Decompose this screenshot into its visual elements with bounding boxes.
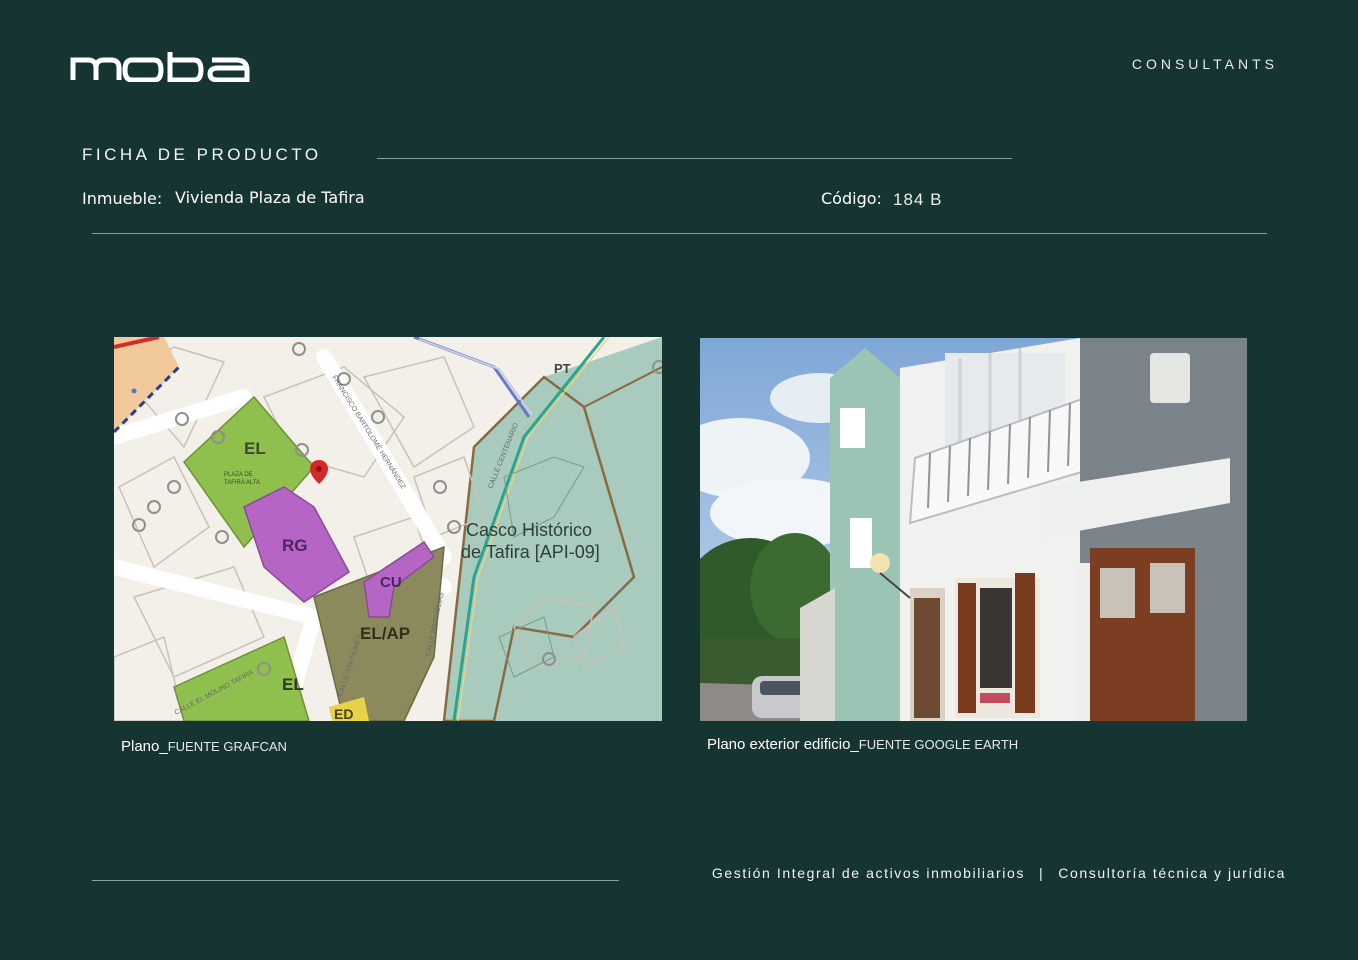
photo-caption: Plano exterior edificio_FUENTE GOOGLE EA…	[707, 734, 1018, 753]
photo-caption-main: Plano exterior edificio_	[707, 736, 859, 753]
footer-right: Consultoría técnica y jurídica	[1058, 865, 1286, 881]
map-label-ed: ED	[334, 706, 353, 721]
map-caption: Plano_FUENTE GRAFCAN	[121, 736, 287, 755]
footer-tagline: Gestión Integral de activos inmobiliario…	[712, 865, 1286, 881]
map-label-casco-line1: Casco Histórico	[466, 520, 592, 540]
footer-separator: |	[1038, 865, 1045, 881]
map-label-casco-line2: de Tafira [API-09]	[461, 542, 600, 562]
photo-caption-source: FUENTE GOOGLE EARTH	[858, 737, 1019, 752]
code-value: 184 B	[893, 190, 943, 209]
building-exterior-photo	[700, 338, 1247, 721]
map-label-rg: RG	[282, 536, 308, 555]
map-label-cu: CU	[380, 574, 402, 591]
map-label-el-ap: EL/AP	[360, 624, 410, 643]
property-value: Vivienda Plaza de Tafira	[175, 188, 365, 207]
site-plan-map: EL PLAZA DE TAFIRA ALTA RG CU EL/AP EL E…	[114, 337, 662, 721]
map-label-el-top: EL	[244, 439, 266, 458]
title-divider	[377, 158, 1012, 159]
map-caption-source: FUENTE GRAFCAN	[167, 739, 287, 754]
footer-left: Gestión Integral de activos inmobiliario…	[711, 865, 1025, 881]
map-label-plaza-line2: TAFIRA ALTA	[224, 480, 260, 486]
code-label: Código:	[821, 189, 882, 208]
footer-divider	[92, 880, 619, 881]
property-label: Inmueble:	[82, 189, 163, 208]
sheet-title: FICHA DE PRODUCTO	[82, 145, 322, 164]
header-divider	[92, 233, 1267, 234]
tagline: CONSULTANTS	[1131, 56, 1278, 72]
map-label-pt: PT	[554, 361, 571, 376]
map-label-el-bottom: EL	[282, 675, 304, 694]
map-caption-main: Plano_	[121, 738, 168, 755]
moba-logo	[70, 52, 250, 82]
map-label-plaza: PLAZA DE	[224, 472, 253, 478]
